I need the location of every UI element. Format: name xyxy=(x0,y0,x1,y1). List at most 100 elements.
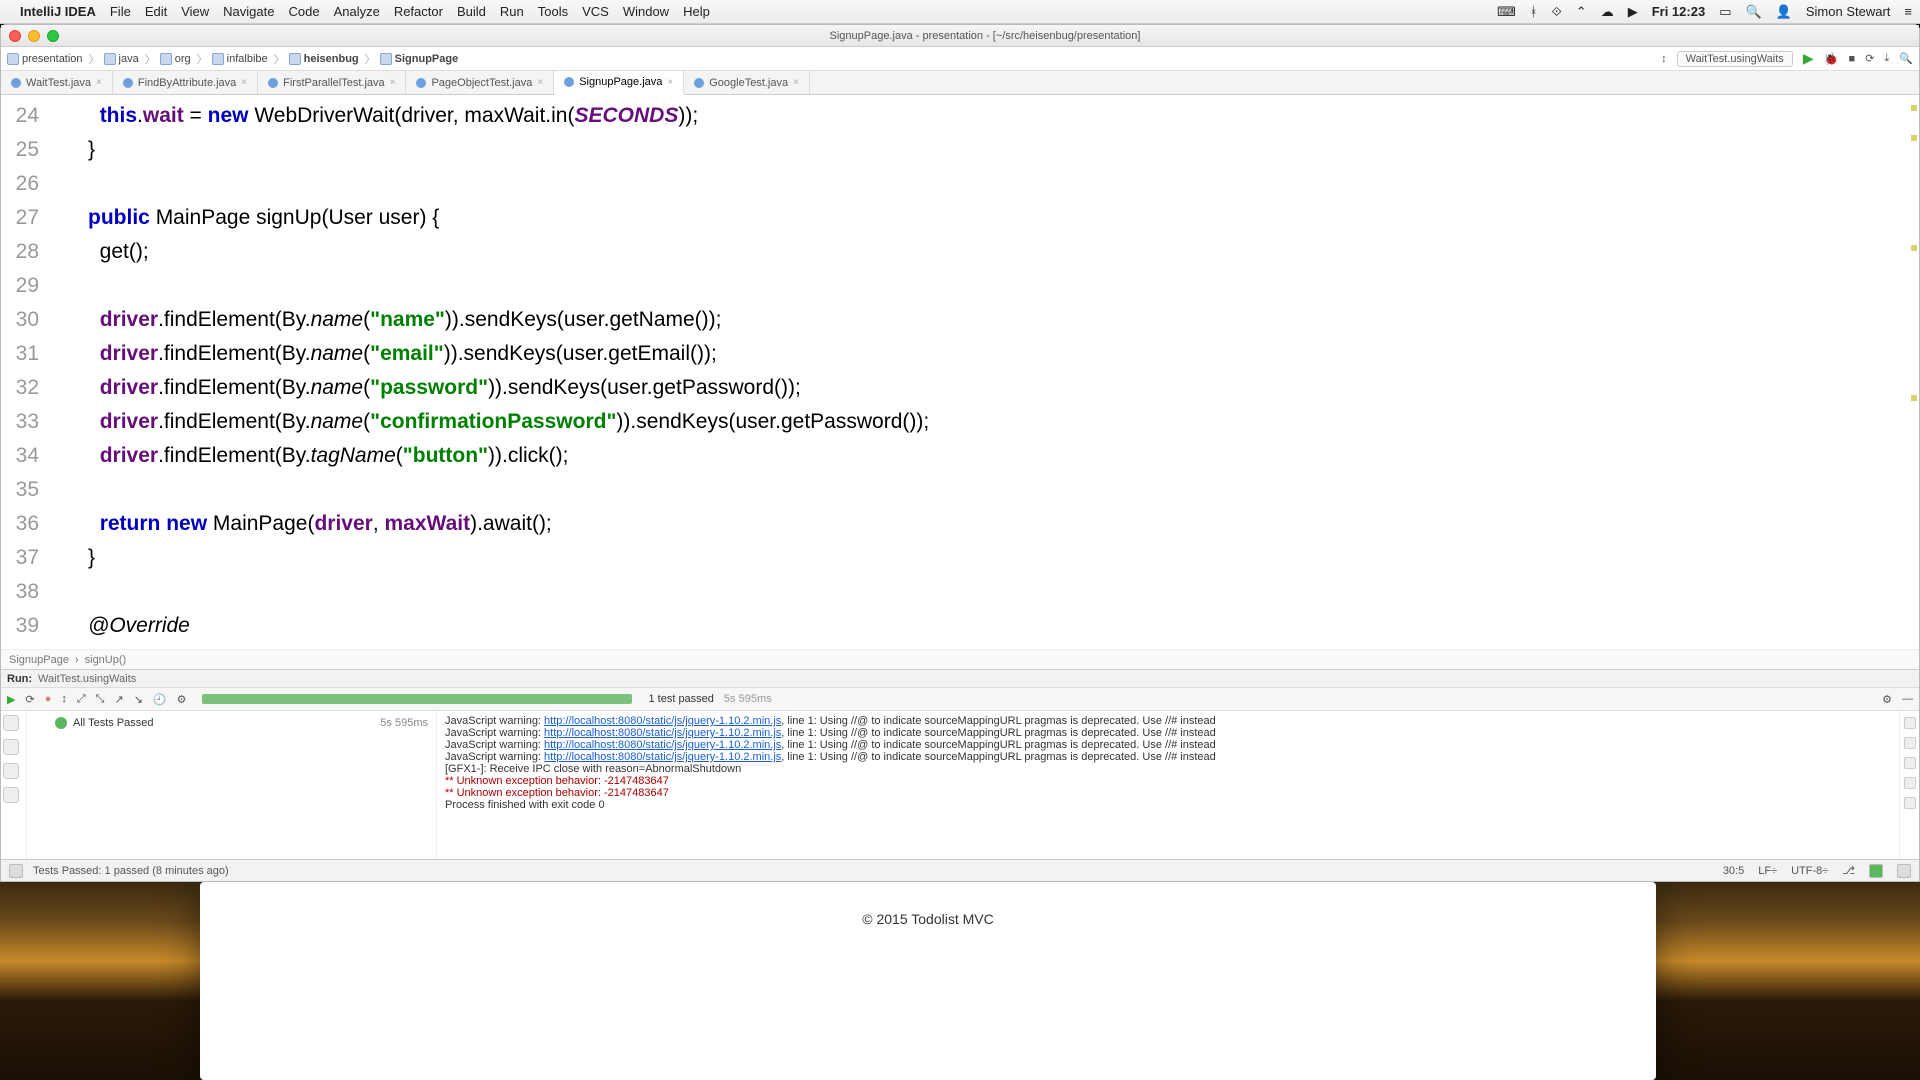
line-number[interactable]: 35 xyxy=(1,473,39,507)
editor-breadcrumb[interactable]: SignupPage › signUp() xyxy=(1,649,1919,669)
editor-scrollbar[interactable] xyxy=(1905,95,1919,649)
line-number[interactable]: 31 xyxy=(1,337,39,371)
minimize-window-button[interactable] xyxy=(28,30,40,42)
memory-indicator[interactable] xyxy=(1897,864,1911,878)
clock[interactable]: Fri 12:23 xyxy=(1652,4,1705,19)
menu-build[interactable]: Build xyxy=(457,4,486,19)
export-results-icon[interactable]: ↗ xyxy=(114,693,123,706)
vcs-update-icon[interactable]: ⟳ xyxy=(1865,52,1874,65)
line-separator[interactable]: LF÷ xyxy=(1758,865,1777,877)
menu-window[interactable]: Window xyxy=(623,4,669,19)
editor-tab[interactable]: FindByAttribute.java× xyxy=(113,71,258,94)
breadcrumb-item[interactable]: presentation xyxy=(7,53,83,65)
scroll-to-source-icon[interactable] xyxy=(3,787,19,803)
code-line[interactable]: get(); xyxy=(53,235,1905,269)
show-ignored-icon[interactable] xyxy=(3,763,19,779)
line-number[interactable]: 26 xyxy=(1,167,39,201)
code-line[interactable]: driver.findElement(By.name("password")).… xyxy=(53,371,1905,405)
collapse-all-icon[interactable]: ⤡ xyxy=(96,693,105,706)
run-tool-header[interactable]: Run: WaitTest.usingWaits xyxy=(1,669,1919,687)
menu-analyze[interactable]: Analyze xyxy=(334,4,380,19)
code-line[interactable]: driver.findElement(By.name("confirmation… xyxy=(53,405,1905,439)
line-number[interactable]: 25 xyxy=(1,133,39,167)
history-icon[interactable]: 🕘 xyxy=(153,693,167,706)
editor-tab[interactable]: GoogleTest.java× xyxy=(684,71,810,94)
user-name[interactable]: Simon Stewart xyxy=(1806,4,1891,19)
close-tab-icon[interactable]: × xyxy=(793,77,799,88)
run-button[interactable]: ▶ xyxy=(1803,50,1814,67)
menu-tools[interactable]: Tools xyxy=(538,4,568,19)
code-line[interactable] xyxy=(53,575,1905,609)
macos-menubar[interactable]: IntelliJ IDEA FileEditViewNavigateCodeAn… xyxy=(0,0,1920,24)
show-passed-icon[interactable] xyxy=(3,739,19,755)
vcs-commit-icon[interactable]: ⤓ xyxy=(1884,52,1889,65)
code-line[interactable]: driver.findElement(By.name("email")).sen… xyxy=(53,337,1905,371)
sort-tests-icon[interactable]: ↕ xyxy=(61,693,67,705)
line-number[interactable]: 32 xyxy=(1,371,39,405)
scroll-to-end-icon[interactable] xyxy=(1904,777,1916,789)
code-line[interactable]: return new MainPage(driver, maxWait).awa… xyxy=(53,507,1905,541)
console-link[interactable]: http://localhost:8080/static/js/jquery-1… xyxy=(544,715,781,727)
menu-refactor[interactable]: Refactor xyxy=(394,4,443,19)
inspections-icon[interactable] xyxy=(1869,864,1883,878)
compile-icon[interactable]: ↕ xyxy=(1661,53,1667,65)
menu-file[interactable]: File xyxy=(110,4,131,19)
debug-button[interactable]: 🐞 xyxy=(1824,52,1839,66)
editor-tab[interactable]: FirstParallelTest.java× xyxy=(258,71,406,94)
up-icon[interactable] xyxy=(1904,717,1916,729)
file-encoding[interactable]: UTF-8÷ xyxy=(1791,865,1828,877)
run-config-dropdown[interactable]: WaitTest.usingWaits xyxy=(1677,51,1793,67)
code-line[interactable]: public MainPage signUp(User user) { xyxy=(53,201,1905,235)
code-line[interactable] xyxy=(53,269,1905,303)
app-name[interactable]: IntelliJ IDEA xyxy=(20,4,96,19)
toggle-auto-test-button[interactable]: ⟳ xyxy=(25,693,34,706)
line-number[interactable]: 33 xyxy=(1,405,39,439)
hide-tool-window-icon[interactable]: — xyxy=(1902,693,1913,705)
window-titlebar[interactable]: SignupPage.java - presentation - [~/src/… xyxy=(1,25,1919,47)
code-line[interactable]: @Override xyxy=(53,609,1905,643)
breadcrumb-class[interactable]: SignupPage xyxy=(9,654,69,666)
menu-vcs[interactable]: VCS xyxy=(582,4,609,19)
editor-tab[interactable]: SignupPage.java× xyxy=(554,71,684,95)
close-tab-icon[interactable]: × xyxy=(667,77,673,88)
stop-button[interactable]: ■ xyxy=(1849,53,1856,65)
settings-icon[interactable]: ⚙ xyxy=(177,693,187,706)
wifi-icon[interactable]: ⌃ xyxy=(1576,4,1587,20)
tool-window-settings-icon[interactable]: ⚙ xyxy=(1882,693,1892,706)
editor-tab[interactable]: WaitTest.java× xyxy=(1,71,113,94)
line-number[interactable]: 29 xyxy=(1,269,39,303)
spotlight-icon[interactable]: 🔍 xyxy=(1745,4,1761,20)
breadcrumb-item[interactable]: java xyxy=(104,53,139,65)
close-window-button[interactable] xyxy=(9,30,21,42)
zoom-window-button[interactable] xyxy=(47,30,59,42)
breadcrumb-method[interactable]: signUp() xyxy=(85,654,127,666)
menu-run[interactable]: Run xyxy=(500,4,524,19)
close-tab-icon[interactable]: × xyxy=(390,77,396,88)
console-link[interactable]: http://localhost:8080/static/js/jquery-1… xyxy=(544,739,781,751)
menu-navigate[interactable]: Navigate xyxy=(223,4,274,19)
test-tree[interactable]: All Tests Passed 5s 595ms xyxy=(27,711,437,859)
print-icon[interactable] xyxy=(1904,797,1916,809)
editor-tab[interactable]: PageObjectTest.java× xyxy=(406,71,554,94)
soft-wrap-icon[interactable] xyxy=(1904,757,1916,769)
breadcrumb-item[interactable]: heisenbug xyxy=(289,53,359,65)
line-number-gutter[interactable]: 24252627282930313233343536373839 xyxy=(1,95,49,649)
line-number[interactable]: 36 xyxy=(1,507,39,541)
menu-code[interactable]: Code xyxy=(288,4,319,19)
volume-icon[interactable]: ▶ xyxy=(1628,4,1638,20)
line-number[interactable]: 27 xyxy=(1,201,39,235)
battery-icon[interactable]: ▭ xyxy=(1719,4,1731,20)
line-number[interactable]: 28 xyxy=(1,235,39,269)
code-line[interactable]: } xyxy=(53,541,1905,575)
down-icon[interactable] xyxy=(1904,737,1916,749)
menu-help[interactable]: Help xyxy=(683,4,710,19)
breadcrumb-item[interactable]: SignupPage xyxy=(380,53,459,65)
console-link[interactable]: http://localhost:8080/static/js/jquery-1… xyxy=(544,751,781,763)
user-icon[interactable]: 👤 xyxy=(1776,4,1792,20)
code-line[interactable] xyxy=(53,473,1905,507)
menu-view[interactable]: View xyxy=(181,4,209,19)
code-line[interactable]: driver.findElement(By.name("name")).send… xyxy=(53,303,1905,337)
rerun-button[interactable]: ▶ xyxy=(7,693,15,706)
console-link[interactable]: http://localhost:8080/static/js/jquery-1… xyxy=(544,727,781,739)
console-output[interactable]: JavaScript warning: http://localhost:808… xyxy=(437,711,1899,859)
